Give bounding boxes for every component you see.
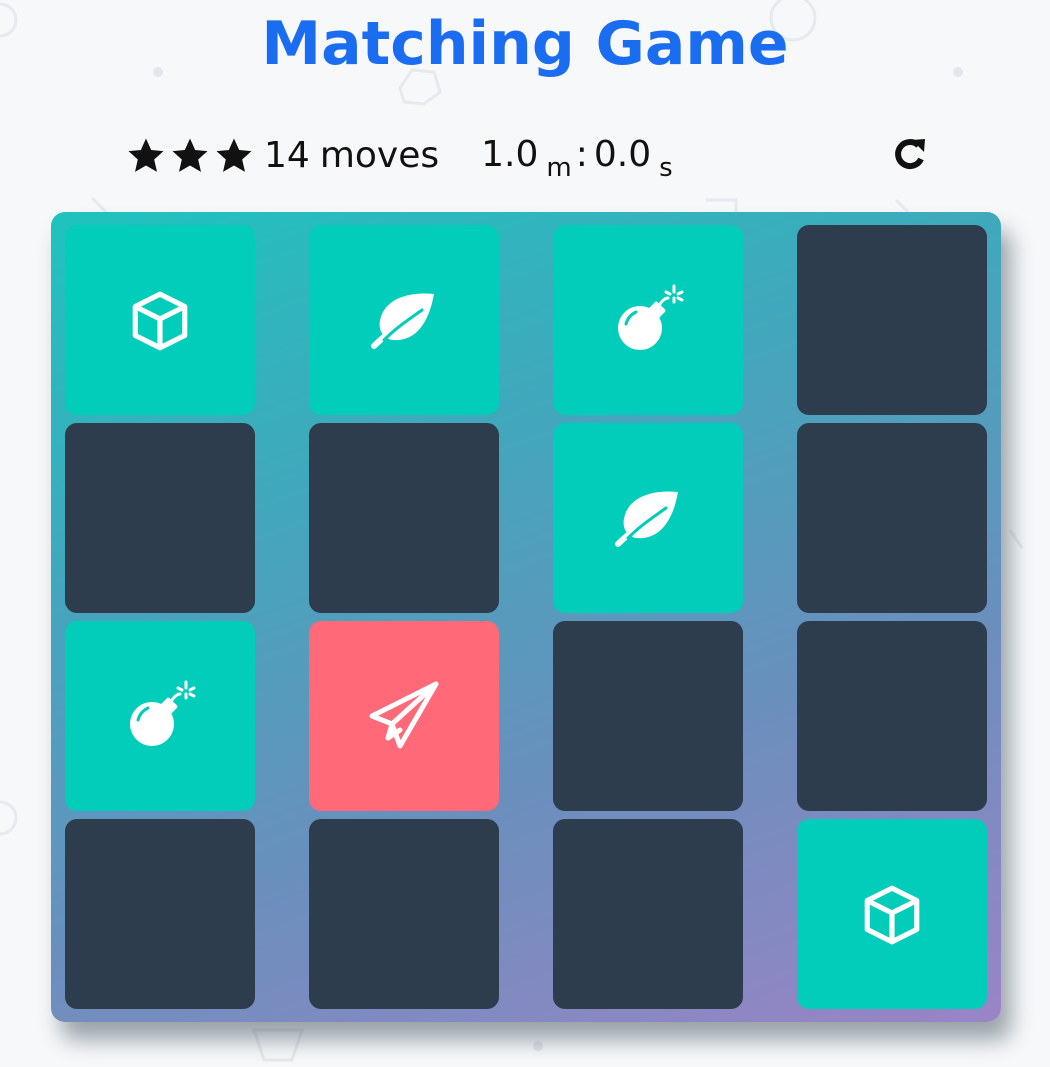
card-2-1[interactable] bbox=[65, 423, 255, 613]
card-2-2[interactable] bbox=[309, 423, 499, 613]
score-panel: 14 moves 1.0 m : 0.0 s bbox=[126, 128, 926, 184]
bomb-icon bbox=[612, 284, 684, 356]
card-4-1[interactable] bbox=[65, 819, 255, 1009]
moves-label: moves bbox=[319, 135, 440, 176]
card-1-1[interactable] bbox=[65, 225, 255, 415]
timer-minutes-unit: m bbox=[546, 152, 572, 183]
timer-separator: : bbox=[575, 133, 588, 175]
timer: 1.0 m : 0.0 s bbox=[481, 133, 677, 183]
moves-count: 14 bbox=[264, 135, 310, 176]
card-4-2[interactable] bbox=[309, 819, 499, 1009]
refresh-icon bbox=[895, 139, 925, 170]
card-2-4[interactable] bbox=[797, 423, 987, 613]
card-2-3[interactable] bbox=[553, 423, 743, 613]
card-1-2[interactable] bbox=[309, 225, 499, 415]
card-3-1[interactable] bbox=[65, 621, 255, 811]
star-icon bbox=[172, 138, 208, 172]
star-icon bbox=[216, 138, 252, 172]
card-4-4[interactable] bbox=[797, 819, 987, 1009]
leaf-icon bbox=[612, 488, 684, 548]
card-deck bbox=[51, 212, 1001, 1022]
leaf-icon bbox=[368, 290, 440, 350]
card-4-3[interactable] bbox=[553, 819, 743, 1009]
timer-seconds-unit: s bbox=[659, 152, 673, 183]
card-1-4[interactable] bbox=[797, 225, 987, 415]
card-3-3[interactable] bbox=[553, 621, 743, 811]
cube-icon bbox=[127, 287, 193, 353]
card-1-3[interactable] bbox=[553, 225, 743, 415]
bomb-icon bbox=[124, 680, 196, 752]
page-title: Matching Game bbox=[261, 9, 789, 79]
restart-button[interactable] bbox=[890, 134, 930, 174]
moves-counter: 14 moves bbox=[264, 136, 439, 176]
cube-icon bbox=[859, 881, 925, 947]
card-3-4[interactable] bbox=[797, 621, 987, 811]
timer-minutes: 1.0 bbox=[481, 133, 539, 175]
timer-seconds: 0.0 bbox=[593, 133, 652, 175]
star-rating bbox=[126, 136, 254, 176]
paper-plane-icon bbox=[366, 678, 442, 754]
star-icon bbox=[128, 138, 164, 172]
card-3-2[interactable] bbox=[309, 621, 499, 811]
